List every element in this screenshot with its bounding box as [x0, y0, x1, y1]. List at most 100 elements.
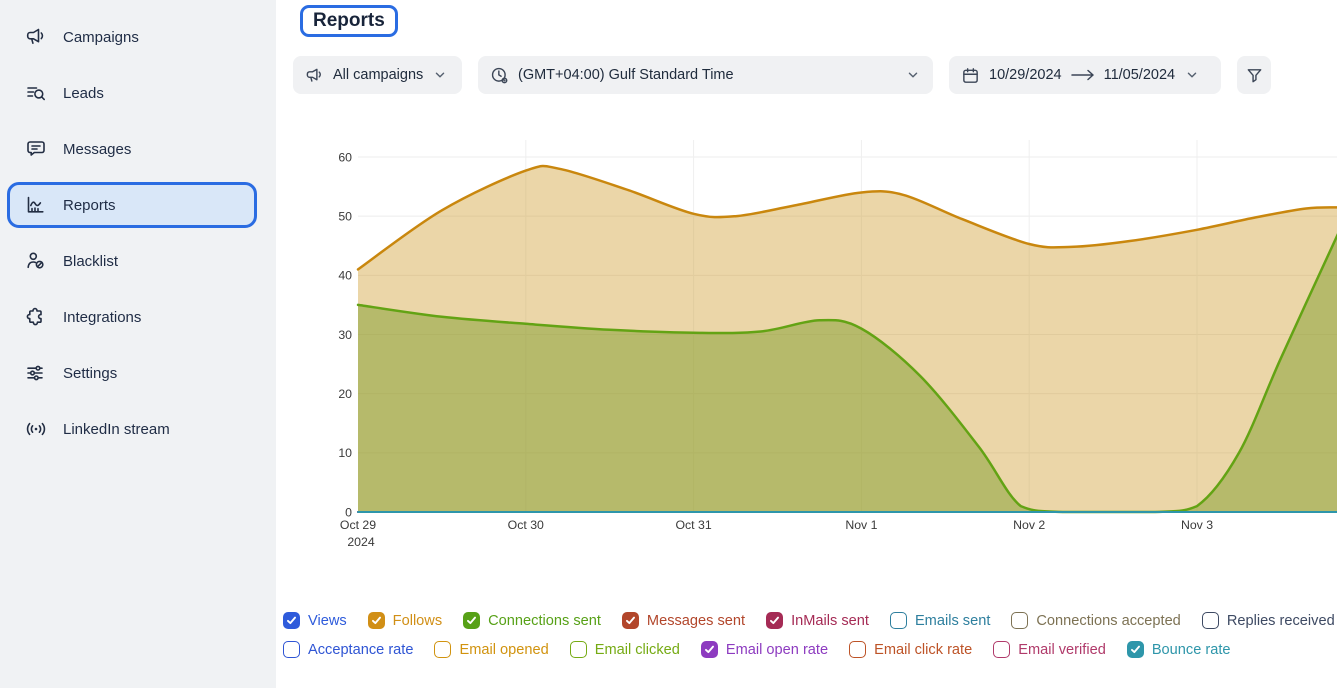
sidebar-item-blacklist[interactable]: Blacklist [7, 238, 257, 284]
messages-icon [25, 138, 47, 160]
legend-item-messages-sent[interactable]: Messages sent [622, 612, 745, 629]
sidebar-item-campaigns[interactable]: Campaigns [7, 14, 257, 60]
legend-label: Connections accepted [1036, 613, 1180, 629]
email-open-rate-checkbox[interactable] [701, 641, 718, 658]
legend-label: Follows [393, 613, 442, 629]
legend-item-connections-sent[interactable]: Connections sent [463, 612, 601, 629]
legend-item-email-click-rate[interactable]: Email click rate [849, 641, 972, 658]
chevron-down-icon [905, 67, 921, 83]
legend-label: Views [308, 613, 347, 629]
sidebar-item-integrations[interactable]: Integrations [7, 294, 257, 340]
email-clicked-checkbox[interactable] [570, 641, 587, 658]
legend-label: Email click rate [874, 642, 972, 658]
campaigns-filter-dropdown[interactable]: All campaigns [293, 56, 462, 94]
legend-item-inmails-sent[interactable]: InMails sent [766, 612, 869, 629]
date-range-start: 10/29/2024 [989, 67, 1062, 83]
main-content: Reports All campaigns (GMT+04:00) Gulf S… [276, 0, 1337, 688]
timezone-dropdown[interactable]: (GMT+04:00) Gulf Standard Time [478, 56, 933, 94]
replies-received-checkbox[interactable] [1202, 612, 1219, 629]
timezone-label: (GMT+04:00) Gulf Standard Time [518, 67, 734, 83]
filter-bar: All campaigns (GMT+04:00) Gulf Standard … [293, 56, 1271, 94]
legend-item-acceptance-rate[interactable]: Acceptance rate [283, 641, 413, 658]
legend-label: Messages sent [647, 613, 745, 629]
sidebar-item-label: LinkedIn stream [63, 421, 170, 438]
messages-sent-checkbox[interactable] [622, 612, 639, 629]
x-axis-label: Nov 1 [845, 518, 877, 532]
sidebar-item-label: Integrations [63, 309, 141, 326]
funnel-icon [1245, 66, 1264, 85]
legend-item-emails-sent[interactable]: Emails sent [890, 612, 990, 629]
page-title: Reports [313, 10, 385, 31]
reports-icon [25, 194, 47, 216]
sidebar-item-label: Campaigns [63, 29, 139, 46]
legend-label: Acceptance rate [308, 642, 413, 658]
linkedin-stream-icon [25, 418, 47, 440]
legend-label: Email clicked [595, 642, 680, 658]
sidebar-item-leads[interactable]: Leads [7, 70, 257, 116]
x-axis-sublabel: 2024 [347, 535, 375, 549]
email-verified-checkbox[interactable] [993, 641, 1010, 658]
bounce-rate-checkbox[interactable] [1127, 641, 1144, 658]
y-axis-label: 10 [338, 446, 352, 460]
legend-label: Connections sent [488, 613, 601, 629]
leads-icon [25, 82, 47, 104]
sidebar-item-label: Messages [63, 141, 131, 158]
clock-icon [490, 66, 509, 85]
legend-label: Emails sent [915, 613, 990, 629]
acceptance-rate-checkbox[interactable] [283, 641, 300, 658]
legend-label: Email open rate [726, 642, 828, 658]
x-axis-label: Nov 2 [1013, 518, 1045, 532]
legend-label: Email verified [1018, 642, 1106, 658]
sidebar-item-settings[interactable]: Settings [7, 350, 257, 396]
follows-checkbox[interactable] [368, 612, 385, 629]
legend-item-replies-received[interactable]: Replies received [1202, 612, 1335, 629]
campaigns-filter-label: All campaigns [333, 67, 423, 83]
sidebar-item-label: Reports [63, 197, 116, 214]
views-checkbox[interactable] [283, 612, 300, 629]
sidebar: Campaigns Leads Messages Reports Blacklist In… [0, 0, 276, 688]
x-axis-label: Oct 29 [340, 518, 376, 532]
sidebar-item-linkedin-stream[interactable]: LinkedIn stream [7, 406, 257, 452]
legend-row: Views Follows Connections sent Messages sen… [283, 612, 1337, 629]
legend-item-views[interactable]: Views [283, 612, 347, 629]
x-axis-label: Nov 3 [1181, 518, 1213, 532]
sidebar-item-reports[interactable]: Reports [7, 182, 257, 228]
legend-row: Acceptance rate Email opened Email clicked… [283, 641, 1337, 658]
connections-sent-checkbox[interactable] [463, 612, 480, 629]
reports-chart: 0102030405060Oct 292024Oct 30Oct 31Nov 1… [330, 115, 1337, 575]
connections-accepted-checkbox[interactable] [1011, 612, 1028, 629]
legend-item-email-opened[interactable]: Email opened [434, 641, 548, 658]
y-axis-label: 40 [338, 269, 352, 283]
blacklist-icon [25, 250, 47, 272]
integrations-icon [25, 306, 47, 328]
arrow-right-icon [1070, 68, 1096, 82]
legend-item-connections-accepted[interactable]: Connections accepted [1011, 612, 1180, 629]
email-click-rate-checkbox[interactable] [849, 641, 866, 658]
chevron-down-icon [432, 67, 448, 83]
y-axis-label: 30 [338, 328, 352, 342]
x-axis-label: Oct 30 [508, 518, 544, 532]
legend-item-email-verified[interactable]: Email verified [993, 641, 1106, 658]
legend-item-email-open-rate[interactable]: Email open rate [701, 641, 828, 658]
date-range-picker[interactable]: 10/29/2024 11/05/2024 [949, 56, 1221, 94]
legend-label: Replies received [1227, 613, 1335, 629]
sidebar-item-label: Leads [63, 85, 104, 102]
email-opened-checkbox[interactable] [434, 641, 451, 658]
sidebar-item-label: Blacklist [63, 253, 118, 270]
legend-label: Bounce rate [1152, 642, 1231, 658]
emails-sent-checkbox[interactable] [890, 612, 907, 629]
legend-label: InMails sent [791, 613, 869, 629]
chart-legend: Views Follows Connections sent Messages sen… [283, 612, 1337, 670]
legend-item-follows[interactable]: Follows [368, 612, 442, 629]
filter-button[interactable] [1237, 56, 1271, 94]
x-axis-label: Oct 31 [675, 518, 711, 532]
legend-item-email-clicked[interactable]: Email clicked [570, 641, 680, 658]
megaphone-icon [305, 66, 324, 85]
legend-item-bounce-rate[interactable]: Bounce rate [1127, 641, 1231, 658]
calendar-icon [961, 66, 980, 85]
inmails-sent-checkbox[interactable] [766, 612, 783, 629]
sidebar-item-messages[interactable]: Messages [7, 126, 257, 172]
y-axis-label: 50 [338, 209, 352, 223]
page-title-highlight: Reports [300, 5, 398, 37]
reports-area-chart-svg: 0102030405060Oct 292024Oct 30Oct 31Nov 1… [330, 115, 1337, 575]
